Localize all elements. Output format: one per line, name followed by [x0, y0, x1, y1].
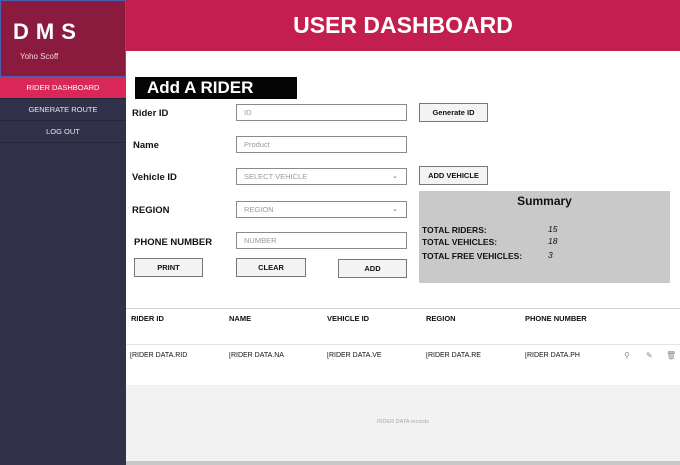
phone-label: PHONE NUMBER	[134, 237, 213, 248]
column-header-name[interactable]: NAME	[229, 314, 251, 323]
rider-id-input[interactable]: ID	[236, 104, 407, 121]
pencil-icon[interactable]: ✎	[646, 351, 653, 360]
user-name: Yoho Scoff	[20, 52, 59, 61]
summary-panel: Summary TOTAL RIDERS: 15 TOTAL VEHICLES:…	[419, 191, 670, 283]
add-vehicle-button[interactable]: ADD VEHICLE	[419, 166, 488, 185]
vehicle-select-value: SELECT VEHICLE	[244, 172, 308, 181]
header-bar: USER DASHBOARD	[126, 0, 680, 51]
rider-id-label: Rider ID	[132, 108, 169, 119]
form-title: Add A RIDER	[135, 77, 297, 99]
table-row-divider	[126, 344, 680, 345]
brand-name: DMS	[13, 19, 83, 44]
table-cell-phone: [RIDER DATA.PH	[525, 352, 580, 359]
column-header-rider-id[interactable]: RIDER ID	[131, 314, 164, 323]
generate-id-button[interactable]: Generate ID	[419, 103, 488, 122]
table-cell-name: [RIDER DATA.NA	[229, 352, 284, 359]
sidebar-item-rider-dashboard[interactable]: RIDER DASHBOARD	[0, 77, 126, 99]
page-title: USER DASHBOARD	[293, 12, 513, 38]
bottom-border	[126, 461, 680, 465]
vehicle-select[interactable]: SELECT VEHICLE ⌄	[236, 168, 407, 185]
summary-title: Summary	[517, 194, 572, 208]
clear-button[interactable]: CLEAR	[236, 258, 306, 277]
total-vehicles-value: 18	[548, 236, 558, 246]
table-footer: RIDER DATA records	[126, 385, 680, 461]
vehicle-id-label: Vehicle ID	[132, 172, 177, 183]
column-header-region[interactable]: REGION	[426, 314, 456, 323]
sidebar-item-generate-route[interactable]: GENERATE ROUTE	[0, 99, 126, 121]
name-input[interactable]: Product	[236, 136, 407, 153]
search-icon[interactable]: ⚲	[624, 351, 630, 360]
total-free-vehicles-label: TOTAL FREE VEHICLES:	[422, 251, 523, 261]
total-riders-label: TOTAL RIDERS:	[422, 225, 487, 235]
sidebar-item-log-out[interactable]: LOG OUT	[0, 121, 126, 143]
brand-panel: DMS Yoho Scoff	[0, 0, 126, 77]
phone-input[interactable]: NUMBER	[236, 232, 407, 249]
table-divider	[126, 308, 680, 309]
column-header-phone[interactable]: PHONE NUMBER	[525, 314, 587, 323]
print-button[interactable]: PRINT	[134, 258, 203, 277]
chevron-down-icon: ⌄	[392, 173, 398, 180]
region-label: REGION	[132, 205, 170, 216]
name-label: Name	[133, 140, 159, 151]
records-text: RIDER DATA records	[376, 419, 430, 425]
trash-icon[interactable]: 🗑	[666, 351, 676, 360]
table-cell-region: [RIDER DATA.RE	[426, 352, 481, 359]
total-free-vehicles-value: 3	[548, 250, 553, 260]
add-button[interactable]: ADD	[338, 259, 407, 278]
column-header-vehicle-id[interactable]: VEHICLE ID	[327, 314, 369, 323]
table-cell-vehicle-id: [RIDER DATA.VE	[327, 352, 382, 359]
total-riders-value: 15	[548, 224, 558, 234]
chevron-down-icon: ⌄	[392, 206, 398, 213]
region-select[interactable]: REGION ⌄	[236, 201, 407, 218]
total-vehicles-label: TOTAL VEHICLES:	[422, 237, 498, 247]
table-cell-rider-id: [RIDER DATA.RID	[130, 352, 187, 359]
sidebar: DMS Yoho Scoff RIDER DASHBOARD GENERATE …	[0, 0, 126, 465]
region-select-value: REGION	[244, 205, 274, 214]
